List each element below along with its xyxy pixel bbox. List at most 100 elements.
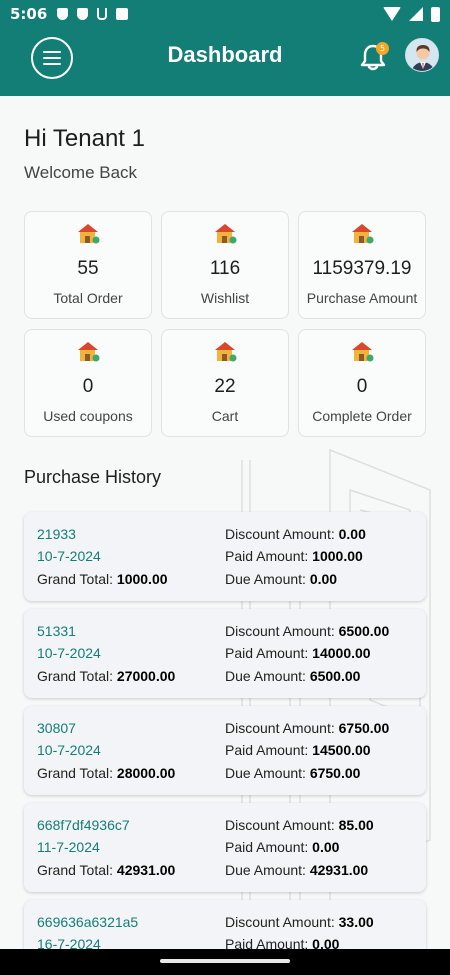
discount-label: Discount Amount:: [225, 817, 335, 833]
grand-total-label: Grand Total:: [37, 765, 114, 781]
stat-value: 116: [209, 258, 241, 279]
download-icon: [97, 8, 108, 20]
discount-amount: Discount Amount: 33.00: [225, 914, 374, 930]
status-bar: 5:06: [0, 0, 450, 28]
paid-amount: Paid Amount: 14500.00: [225, 742, 371, 758]
home-icon: [78, 342, 100, 362]
grand-total: Grand Total: 42931.00: [37, 862, 175, 878]
stat-card-used-coupons[interactable]: 0 Used coupons: [24, 329, 152, 437]
order-card[interactable]: 21933 10-7-2024 Grand Total: 1000.00 Dis…: [24, 512, 426, 601]
paid-value: 1000.00: [312, 548, 363, 564]
stat-value: 22: [214, 376, 236, 397]
order-card[interactable]: 30807 10-7-2024 Grand Total: 28000.00 Di…: [24, 706, 426, 795]
order-id: 51331: [37, 623, 76, 639]
security-icon: [77, 8, 89, 20]
discount-label: Discount Amount:: [225, 720, 335, 736]
home-icon: [215, 342, 237, 362]
due-label: Due Amount:: [225, 571, 306, 587]
order-date: 11-7-2024: [37, 839, 100, 855]
paid-label: Paid Amount:: [225, 839, 309, 855]
home-icon: [78, 224, 100, 244]
order-id: 30807: [37, 720, 76, 736]
discount-amount: Discount Amount: 6500.00: [225, 623, 389, 639]
system-nav-bar: [0, 949, 450, 975]
paid-label: Paid Amount:: [225, 548, 309, 564]
discount-value: 33.00: [338, 914, 374, 930]
discount-value: 85.00: [338, 817, 374, 833]
due-value: 42931.00: [309, 862, 369, 878]
greeting-subtitle: Welcome Back: [24, 163, 138, 182]
stat-label: Cart: [211, 408, 239, 424]
home-gesture-handle[interactable]: [160, 959, 290, 963]
stat-card-cart[interactable]: 22 Cart: [161, 329, 289, 437]
app-bar: Dashboard 5: [0, 28, 450, 96]
discount-amount: Discount Amount: 0.00: [225, 526, 366, 542]
due-value: 6500.00: [309, 668, 361, 684]
grand-total-value: 1000.00: [116, 571, 168, 587]
discount-value: 6750.00: [338, 720, 390, 736]
grand-total-label: Grand Total:: [37, 862, 114, 878]
order-card[interactable]: 668f7df4936c7 11-7-2024 Grand Total: 429…: [24, 803, 426, 892]
stat-value: 0: [356, 376, 368, 397]
due-value: 0.00: [309, 571, 338, 587]
battery-icon: [431, 6, 440, 22]
grand-total: Grand Total: 28000.00: [37, 765, 175, 781]
signal-icon: [409, 7, 423, 21]
order-date: 10-7-2024: [37, 742, 101, 758]
home-icon: [215, 224, 237, 244]
grand-total-label: Grand Total:: [37, 571, 114, 587]
grand-total-label: Grand Total:: [37, 668, 114, 684]
stat-value: 0: [82, 376, 94, 397]
order-card[interactable]: 51331 10-7-2024 Grand Total: 27000.00 Di…: [24, 609, 426, 698]
avatar[interactable]: [405, 38, 439, 72]
discount-label: Discount Amount:: [225, 526, 335, 542]
paid-value: 14500.00: [312, 742, 371, 758]
discount-label: Discount Amount:: [225, 914, 335, 930]
due-label: Due Amount:: [225, 668, 306, 684]
stat-value: 1159379.19: [312, 258, 412, 279]
due-amount: Due Amount: 6750.00: [225, 765, 360, 781]
home-icon: [352, 342, 374, 362]
due-amount: Due Amount: 6500.00: [225, 668, 360, 684]
discount-amount: Discount Amount: 6750.00: [225, 720, 389, 736]
grand-total-value: 42931.00: [116, 862, 176, 878]
stat-card-purchase-amount[interactable]: 1159379.19 Purchase Amount: [298, 211, 426, 319]
purchase-history-title: Purchase History: [24, 467, 162, 487]
due-amount: Due Amount: 0.00: [225, 571, 337, 587]
order-id: 669636a6321a5: [37, 914, 139, 930]
paid-label: Paid Amount:: [225, 742, 309, 758]
shield-icon: [57, 8, 69, 20]
order-id: 21933: [37, 526, 76, 542]
grand-total: Grand Total: 1000.00: [37, 571, 168, 587]
discount-value: 0.00: [338, 526, 366, 542]
due-label: Due Amount:: [225, 862, 306, 878]
stat-label: Purchase Amount: [306, 290, 418, 306]
stat-label: Total Order: [53, 290, 123, 306]
stat-card-complete-order[interactable]: 0 Complete Order: [298, 329, 426, 437]
greeting-title: Hi Tenant 1: [24, 125, 145, 152]
grand-total-value: 28000.00: [116, 765, 176, 781]
grand-total: Grand Total: 27000.00: [37, 668, 175, 684]
paid-amount: Paid Amount: 0.00: [225, 839, 339, 855]
grand-total-value: 27000.00: [116, 668, 176, 684]
order-date: 10-7-2024: [37, 548, 101, 564]
due-value: 6750.00: [309, 765, 361, 781]
stat-card-total-order[interactable]: 55 Total Order: [24, 211, 152, 319]
status-time: 5:06: [10, 5, 48, 23]
paid-label: Paid Amount:: [225, 645, 309, 661]
paid-value: 14000.00: [312, 645, 371, 661]
app-notification-icon: [116, 8, 129, 20]
stat-label: Wishlist: [200, 290, 250, 306]
home-icon: [352, 224, 374, 244]
order-id: 668f7df4936c7: [37, 817, 130, 833]
discount-label: Discount Amount:: [225, 623, 335, 639]
due-label: Due Amount:: [225, 765, 306, 781]
stat-label: Used coupons: [43, 408, 133, 424]
due-amount: Due Amount: 42931.00: [225, 862, 368, 878]
notification-badge: 5: [376, 42, 389, 55]
paid-amount: Paid Amount: 14000.00: [225, 645, 371, 661]
stat-value: 55: [77, 258, 99, 279]
discount-amount: Discount Amount: 85.00: [225, 817, 374, 833]
stat-card-wishlist[interactable]: 116 Wishlist: [161, 211, 289, 319]
paid-value: 0.00: [312, 839, 340, 855]
